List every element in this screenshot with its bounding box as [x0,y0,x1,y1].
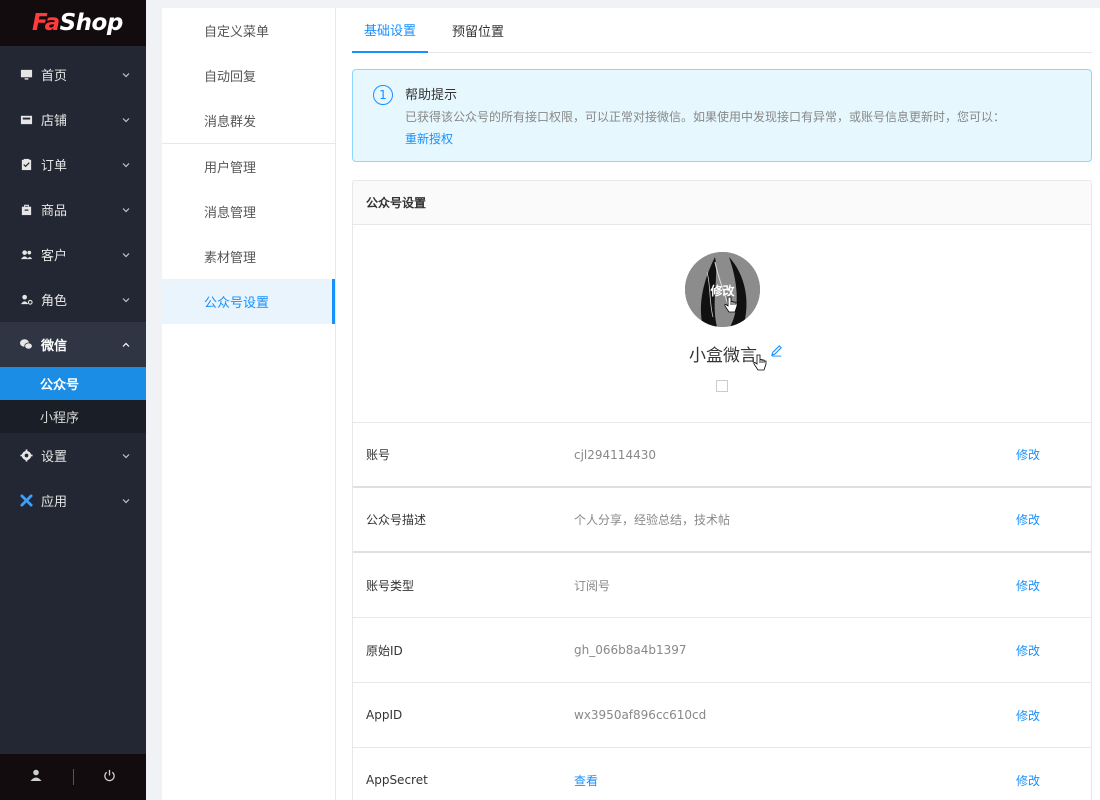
account-avatar[interactable]: 修改 [685,252,760,327]
sidebar-item-label: 店铺 [41,114,68,129]
account-profile: 修改 小盒微言 [353,225,1091,423]
card-title: 公众号设置 [353,181,1091,225]
apps-icon [19,494,33,508]
sidebar-item-label: 微信 [41,339,68,354]
chevron-down-icon [120,204,132,216]
chevron-down-icon [120,450,132,462]
sidebar-item-label: 订单 [41,159,68,174]
chevron-down-icon [120,495,132,507]
menu-item-auto-reply[interactable]: 自动回复 [162,53,335,98]
sidebar-subitem-mini-program[interactable]: 小程序 [0,400,146,433]
gear-icon [19,449,33,463]
account-settings-card: 公众号设置 修改 小盒微言 账号 cjl294114430 修改 公众号描述 个… [352,180,1092,800]
sidebar-subitem-official-account[interactable]: 公众号 [0,367,146,400]
sidebar-item-customers[interactable]: 客户 [0,232,146,277]
table-row: 账号类型 订阅号 修改 [353,553,1091,618]
sidebar-item-label: 设置 [41,450,68,465]
main-content: 基础设置 预留位置 1 帮助提示 已获得该公众号的所有接口权限，可以正常对接微信… [336,8,1100,800]
sidebar-item-orders[interactable]: 订单 [0,142,146,187]
logout-button[interactable] [74,754,147,800]
alert-title: 帮助提示 [405,88,458,103]
account-checkbox[interactable] [716,380,728,392]
table-row: 公众号描述 个人分享，经验总结，技术帖 修改 [353,488,1091,553]
sidebar-item-label: 首页 [41,69,68,84]
sidebar-item-label: 角色 [41,294,68,309]
view-appsecret-link[interactable]: 查看 [574,772,598,789]
menu-item-custom-menu[interactable]: 自定义菜单 [162,8,335,53]
alert-description: 已获得该公众号的所有接口权限，可以正常对接微信。如果使用中发现接口有异常，或账号… [405,110,1006,124]
table-row: AppID wx3950af896cc610cd 修改 [353,683,1091,748]
sidebar-item-store[interactable]: 店铺 [0,97,146,142]
row-value: wx3950af896cc610cd [574,708,707,722]
edit-original-id-button[interactable]: 修改 [1016,642,1040,659]
brand-logo-part1: Fa [32,10,60,36]
user-profile-button[interactable] [0,754,73,800]
menu-item-account-settings[interactable]: 公众号设置 [162,279,335,324]
row-label: 账号 [366,448,391,462]
sidebar-item-roles[interactable]: 角色 [0,277,146,322]
table-row: 原始ID gh_066b8a4b1397 修改 [353,618,1091,683]
row-label: 原始ID [366,643,403,658]
info-number-icon: 1 [373,85,393,105]
chevron-up-icon [120,339,132,351]
power-icon [103,769,116,786]
row-value: 订阅号 [574,578,611,593]
chevron-down-icon [120,159,132,171]
table-row: AppSecret 查看 修改 [353,748,1091,800]
brand-logo-part2: Shop [59,10,124,36]
wechat-secondary-menu: 自定义菜单 自动回复 消息群发 用户管理 消息管理 素材管理 公众号设置 [162,8,336,800]
sidebar-footer [0,754,146,800]
wechat-icon [19,338,33,352]
menu-item-broadcast[interactable]: 消息群发 [162,98,335,143]
main-sidebar: Fa Shop 首页 店铺 订单 商品 客户 角色 微信 公众号 小程序 设置 … [0,0,146,800]
chevron-down-icon [120,69,132,81]
settings-tabs: 基础设置 预留位置 [352,8,1092,53]
store-icon [19,113,33,127]
row-value: gh_066b8a4b1397 [574,643,687,657]
sidebar-item-apps[interactable]: 应用 [0,478,146,523]
menu-item-user-management[interactable]: 用户管理 [162,144,335,189]
edit-description-button[interactable]: 修改 [1016,511,1040,528]
users-icon [19,248,33,262]
monitor-icon [19,68,33,82]
chevron-down-icon [120,294,132,306]
wechat-submenu: 公众号 小程序 [0,367,146,433]
sidebar-item-label: 应用 [41,495,68,510]
sidebar-item-label: 商品 [41,204,68,219]
edit-account-button[interactable]: 修改 [1016,446,1040,463]
chevron-down-icon [120,249,132,261]
menu-item-message-management[interactable]: 消息管理 [162,189,335,234]
row-value: cjl294114430 [574,447,656,462]
help-alert: 1 帮助提示 已获得该公众号的所有接口权限，可以正常对接微信。如果使用中发现接口… [352,69,1092,162]
row-label: 公众号描述 [366,513,427,527]
brand-logo[interactable]: Fa Shop [0,0,146,46]
account-name: 小盒微言 [689,346,757,366]
menu-item-material-management[interactable]: 素材管理 [162,234,335,279]
hand-cursor-icon [753,354,767,371]
edit-appid-button[interactable]: 修改 [1016,707,1040,724]
reauthorize-link[interactable]: 重新授权 [405,130,453,147]
sidebar-nav: 首页 店铺 订单 商品 客户 角色 微信 公众号 小程序 设置 应用 [0,52,146,523]
tab-basic-settings[interactable]: 基础设置 [352,8,429,53]
sidebar-item-label: 客户 [41,249,68,264]
edit-appsecret-button[interactable]: 修改 [1016,772,1040,789]
chevron-down-icon [120,114,132,126]
row-label: 账号类型 [366,578,415,593]
bag-icon [19,203,33,217]
row-label: AppID [366,708,403,722]
sidebar-item-settings[interactable]: 设置 [0,433,146,478]
hand-cursor-icon [724,296,738,313]
sidebar-item-wechat[interactable]: 微信 [0,322,146,367]
sidebar-item-products[interactable]: 商品 [0,187,146,232]
edit-account-type-button[interactable]: 修改 [1016,577,1040,594]
user-icon [30,769,42,785]
table-row: 账号 cjl294114430 修改 [353,423,1091,488]
row-value: 个人分享，经验总结，技术帖 [574,513,731,527]
tab-reserved-position[interactable]: 预留位置 [440,8,516,53]
row-label: AppSecret [366,773,428,787]
role-icon [19,293,33,307]
pencil-icon[interactable] [770,344,784,358]
sidebar-item-home[interactable]: 首页 [0,52,146,97]
clipboard-icon [19,158,33,172]
